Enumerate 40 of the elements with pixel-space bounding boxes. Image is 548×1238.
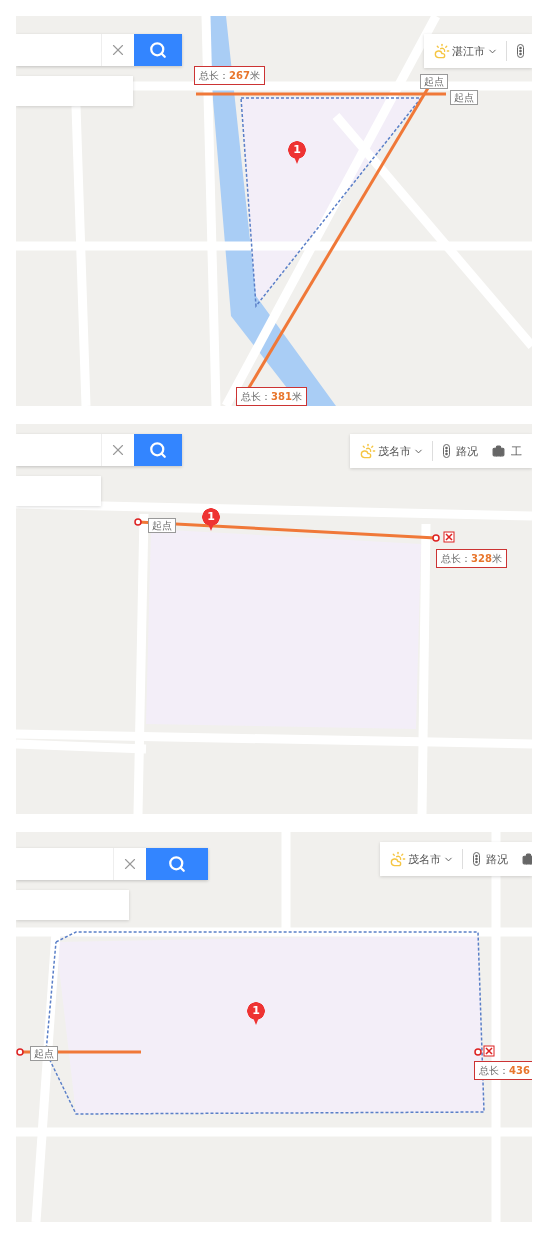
search-icon — [168, 855, 186, 873]
weather-icon — [434, 43, 450, 59]
map-pin[interactable]: 1 — [202, 508, 220, 532]
weather-icon — [360, 443, 376, 459]
start-point-label: 起点 — [30, 1046, 58, 1061]
search-icon — [149, 41, 167, 59]
traffic-button[interactable]: 路况 — [443, 441, 482, 461]
traffic-light-icon — [473, 852, 480, 866]
map-pin[interactable]: 1 — [247, 1002, 265, 1026]
search-input[interactable] — [16, 434, 101, 466]
city-selector[interactable]: 茂名市 — [390, 849, 463, 869]
start-point-label: 起点 — [420, 74, 448, 89]
start-point-label: 起点 — [450, 90, 478, 105]
search-button[interactable] — [146, 848, 208, 880]
total-length-label: 总长：328米 — [436, 549, 507, 568]
search-button[interactable] — [134, 434, 182, 466]
city-selector[interactable]: 湛江市 — [434, 41, 507, 61]
endpoint-icon — [474, 1048, 482, 1056]
city-selector[interactable]: 茂名市 — [360, 441, 433, 461]
total-length-label: 总长：381米 — [236, 387, 307, 406]
traffic-button[interactable]: 路况 — [473, 849, 512, 869]
search-icon — [149, 441, 167, 459]
briefcase-icon — [492, 444, 505, 458]
briefcase-icon — [522, 852, 532, 866]
traffic-light-icon — [517, 44, 524, 58]
search-input[interactable] — [16, 34, 101, 66]
delete-icon[interactable] — [483, 1045, 495, 1057]
search-button[interactable] — [134, 34, 182, 66]
traffic-light-icon — [443, 444, 450, 458]
total-length-label: 总长：436 — [474, 1061, 532, 1080]
endpoint-icon — [16, 1048, 24, 1056]
endpoint-icon — [134, 518, 142, 526]
search-input[interactable] — [16, 848, 113, 880]
start-point-label: 起点 — [148, 518, 176, 533]
weather-icon — [390, 851, 406, 867]
total-length-label: 总长：267米 — [194, 66, 265, 85]
endpoint-icon — [432, 534, 440, 542]
map-pin[interactable]: 1 — [288, 141, 306, 165]
tools-button[interactable]: 工 — [492, 441, 526, 461]
delete-icon[interactable] — [443, 531, 455, 543]
